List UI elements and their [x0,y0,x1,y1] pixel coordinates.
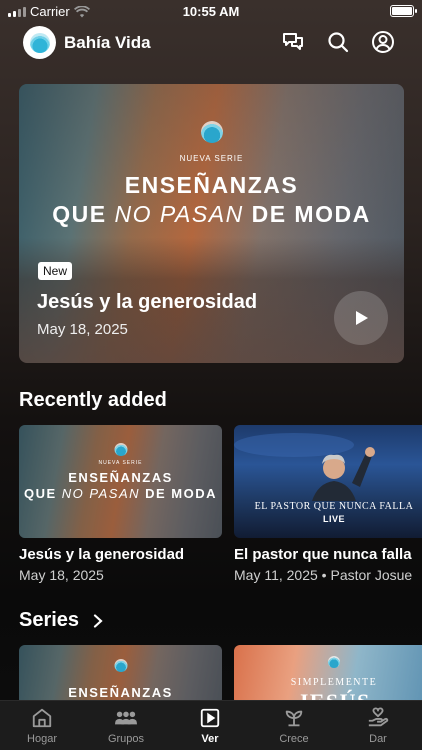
account-icon[interactable] [371,30,395,54]
series-logo-icon [114,659,127,672]
new-badge: New [38,262,73,280]
battery-icon [390,5,417,17]
tab-label: Ver [201,733,219,745]
tab-label: Crece [279,733,309,745]
tab-label: Hogar [27,733,57,745]
search-icon[interactable] [326,30,350,54]
featured-date: May 18, 2025 [37,321,128,338]
series-title-line1: ENSEÑANZAS [124,172,299,198]
tab-hogar[interactable]: Hogar [0,707,84,745]
tab-label: Grupos [107,733,145,745]
thumbnail-kicker: NUEVA SERIE [98,460,143,466]
tab-ver[interactable]: Ver [168,707,252,745]
tab-grupos[interactable]: Grupos [84,707,168,745]
clock: 10:55 AM [182,4,240,19]
recent-item-title[interactable]: Jesús y la generosidad [19,546,184,563]
tab-bar: Hogar Grupos Ver Crece Dar [0,700,422,750]
app-header: Bahía Vida [0,26,422,62]
tab-crece[interactable]: Crece [252,707,336,745]
series-kicker: NUEVA SERIE [179,154,244,163]
status-bar: Carrier 10:55 AM [0,0,422,22]
recent-item-thumbnail[interactable]: EL PASTOR QUE NUNCA FALLA LIVE [234,425,422,538]
tab-dar[interactable]: Dar [336,707,420,745]
recent-item-thumbnail[interactable]: NUEVA SERIE ENSEÑANZAS QUE NO PASAN DE M… [19,425,222,538]
series-heading[interactable]: Series [19,609,103,632]
tab-label: Dar [369,733,387,745]
play-icon [356,311,368,325]
series-thumbnail-kicker: SIMPLEMENTE [290,677,378,688]
series-logo-icon [114,443,127,456]
thumbnail-title-line2: QUE NO PASAN DE MODA [23,486,218,501]
thumbnail-overlay-sub: LIVE [322,514,345,524]
giving-hand-icon [368,707,389,727]
featured-title[interactable]: Jesús y la generosidad [37,291,257,314]
series-thumbnail-title: ENSEÑANZAS [68,685,173,700]
recent-item-title[interactable]: El pastor que nunca falla [234,546,412,563]
play-square-icon [200,708,220,728]
groups-icon [115,711,137,725]
app-title: Bahía Vida [64,33,151,52]
series-logo-icon [200,121,223,143]
series-heading-label: Series [19,609,80,631]
recently-added-heading: Recently added [19,389,167,411]
church-logo[interactable] [23,26,56,59]
series-item-thumbnail[interactable]: SIMPLEMENTE JESÚS [234,645,422,705]
home-icon [32,708,52,728]
thumbnail-overlay-title: EL PASTOR QUE NUNCA FALLA [254,501,414,512]
recent-item-meta: May 18, 2025 [19,567,104,583]
series-item-thumbnail[interactable]: ENSEÑANZAS [19,645,222,705]
series-logo-icon [328,656,340,668]
thumbnail-title-line1: ENSEÑANZAS [68,470,173,485]
chevron-right-icon [93,613,103,628]
chat-bubbles-icon[interactable] [281,30,305,54]
series-title-line2: QUE NO PASAN DE MODA [52,201,371,227]
recent-item-meta: May 11, 2025 • Pastor Josue [234,567,413,583]
sprout-icon [285,710,303,727]
play-button[interactable] [334,291,388,345]
